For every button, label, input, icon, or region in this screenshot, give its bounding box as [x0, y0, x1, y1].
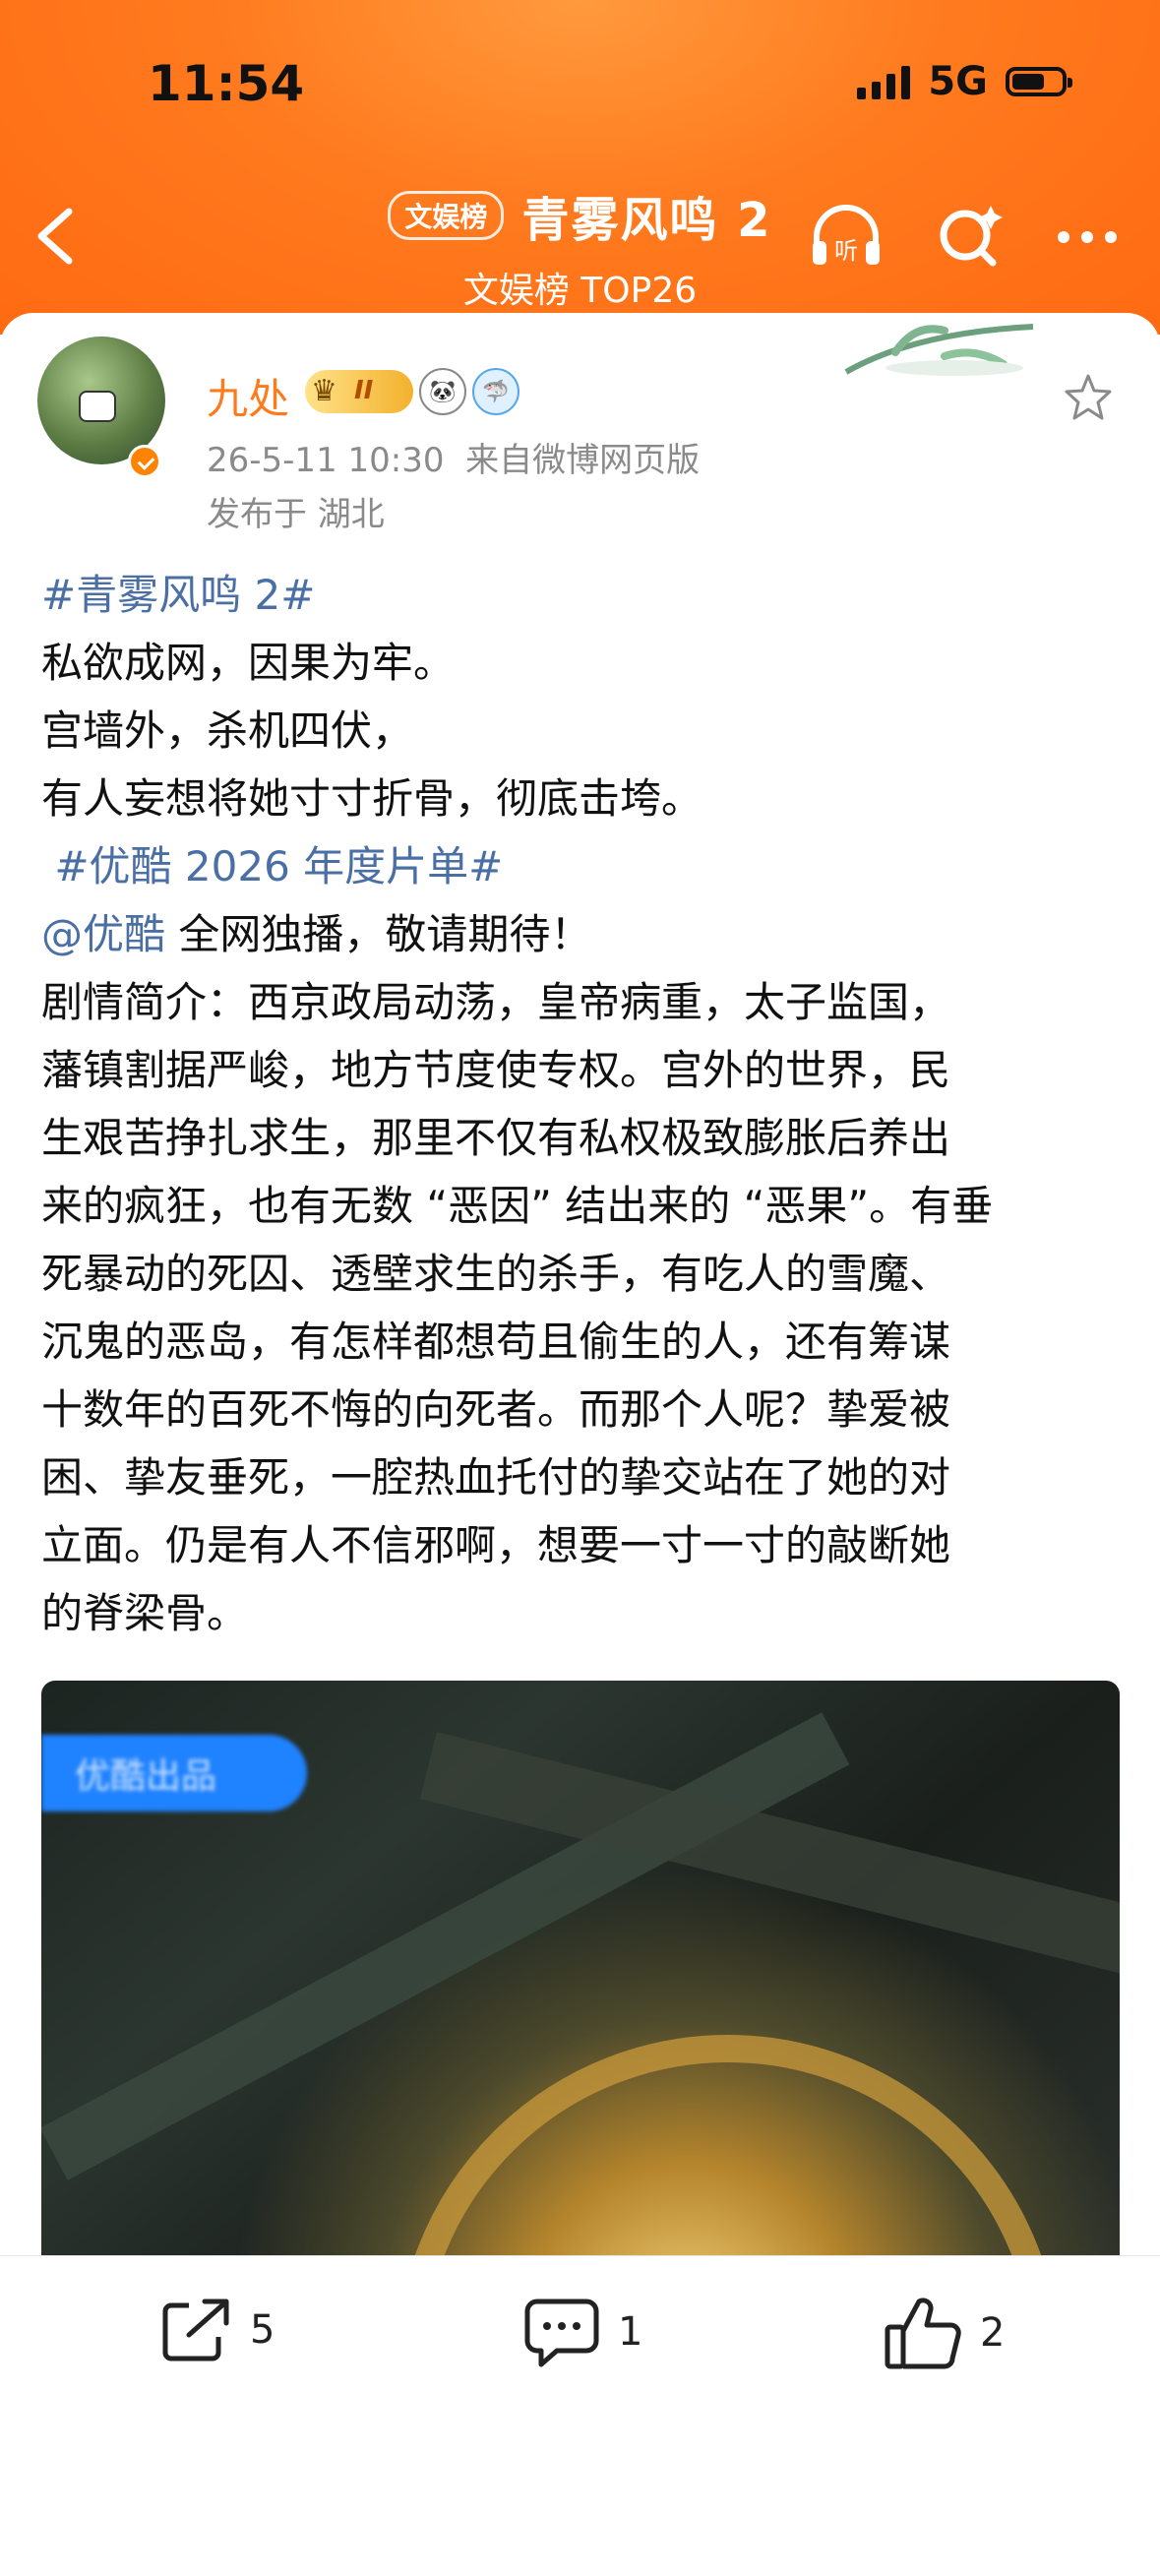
- membership-level: II: [354, 376, 374, 405]
- content-line: 宫墙外，杀机四伏，: [41, 706, 414, 755]
- status-indicators: 5G: [857, 59, 1072, 104]
- like-button[interactable]: 2: [884, 2296, 1005, 2370]
- headphones-icon: 听: [813, 205, 880, 265]
- more-icon: [1058, 231, 1117, 243]
- media-label: 优酷出品: [41, 1735, 307, 1811]
- network-label: 5G: [928, 59, 988, 104]
- crown-icon: ♛: [311, 374, 337, 408]
- content-line: 有人妄想将她寸寸折骨，彻底击垮。: [41, 774, 703, 823]
- listen-button[interactable]: 听: [807, 202, 885, 271]
- thumbs-up-icon: [885, 2298, 961, 2369]
- status-time: 11:54: [148, 55, 305, 112]
- verified-icon: [128, 445, 161, 478]
- content-text: 全网独播，敬请期待！: [165, 910, 592, 958]
- content-line: 的脊梁骨。: [41, 1589, 249, 1637]
- comment-button[interactable]: 1: [523, 2296, 642, 2368]
- comment-icon: [524, 2299, 599, 2367]
- bamboo-decoration-icon: [844, 324, 1034, 376]
- signal-icon: [857, 64, 911, 99]
- user-badges: ♛ II 🐼 🦈: [305, 368, 519, 415]
- content-line: 私欲成网，因果为牢。: [41, 639, 456, 687]
- more-button[interactable]: [1048, 202, 1127, 271]
- search-button[interactable]: [930, 202, 1008, 271]
- post-source: 来自微博网页版: [465, 441, 701, 480]
- action-toolbar: 5 1 2: [0, 2255, 1160, 2516]
- membership-badge[interactable]: ♛ II: [305, 370, 413, 413]
- post-image[interactable]: 优酷出品: [41, 1681, 1120, 2271]
- favorite-star-icon[interactable]: [1063, 372, 1114, 423]
- battery-icon: [1006, 67, 1072, 96]
- mention-link[interactable]: @优酷: [41, 910, 165, 958]
- hashtag-link[interactable]: #青雾风鸣 2#: [41, 571, 315, 619]
- content-line: 藩镇割据严峻，地方节度使专权。宫外的世界，民: [41, 1046, 951, 1094]
- author-name[interactable]: 九处: [207, 366, 289, 426]
- ranking-badge: 文娱榜: [388, 191, 505, 240]
- hashtag-link[interactable]: #优酷 2026 年度片单#: [54, 842, 503, 890]
- post-timestamp: 26-5-11 10:30: [207, 441, 445, 480]
- content-line: 困、挚友垂死，一腔热血托付的挚交站在了她的对: [41, 1453, 951, 1502]
- content-line: 立面。仍是有人不信邪啊，想要一寸一寸的敲断她: [41, 1521, 951, 1569]
- post-content: #青雾风鸣 2# 私欲成网，因果为牢。 宫墙外，杀机四伏， 有人妄想将她寸寸折骨…: [41, 561, 1124, 1647]
- page-title: 青雾风鸣 2: [521, 193, 772, 248]
- content-line: 剧情简介：西京政局动荡，皇帝病重，太子监国，: [41, 978, 951, 1026]
- search-icon: [940, 206, 1003, 267]
- comment-count: 1: [618, 2309, 643, 2355]
- content-line: 沉鬼的恶岛，有怎样都想苟且偷生的人，还有筹谋: [41, 1318, 951, 1366]
- share-count: 5: [250, 2307, 275, 2353]
- content-line: 生艰苦挣扎求生，那里不仅有私权极致膨胀后养出: [41, 1114, 951, 1162]
- like-count: 2: [980, 2310, 1006, 2356]
- share-icon: [162, 2299, 229, 2361]
- content-line: 十数年的百死不悔的向死者。而那个人呢？挚爱被: [41, 1385, 951, 1434]
- content-line: 来的疯狂，也有无数 “恶因” 结出来的 “恶果”。有垂: [41, 1182, 994, 1230]
- shark-badge-icon[interactable]: 🦈: [472, 368, 519, 415]
- panda-badge-icon[interactable]: 🐼: [419, 368, 466, 415]
- post-location: 发布于 湖北: [207, 495, 385, 534]
- listen-label: 听: [834, 237, 858, 265]
- content-line: 死暴动的死囚、透壁求生的杀手，有吃人的雪魔、: [41, 1250, 951, 1298]
- post-meta: 26-5-11 10:30 来自微博网页版: [207, 433, 700, 481]
- share-button[interactable]: 5: [159, 2296, 275, 2364]
